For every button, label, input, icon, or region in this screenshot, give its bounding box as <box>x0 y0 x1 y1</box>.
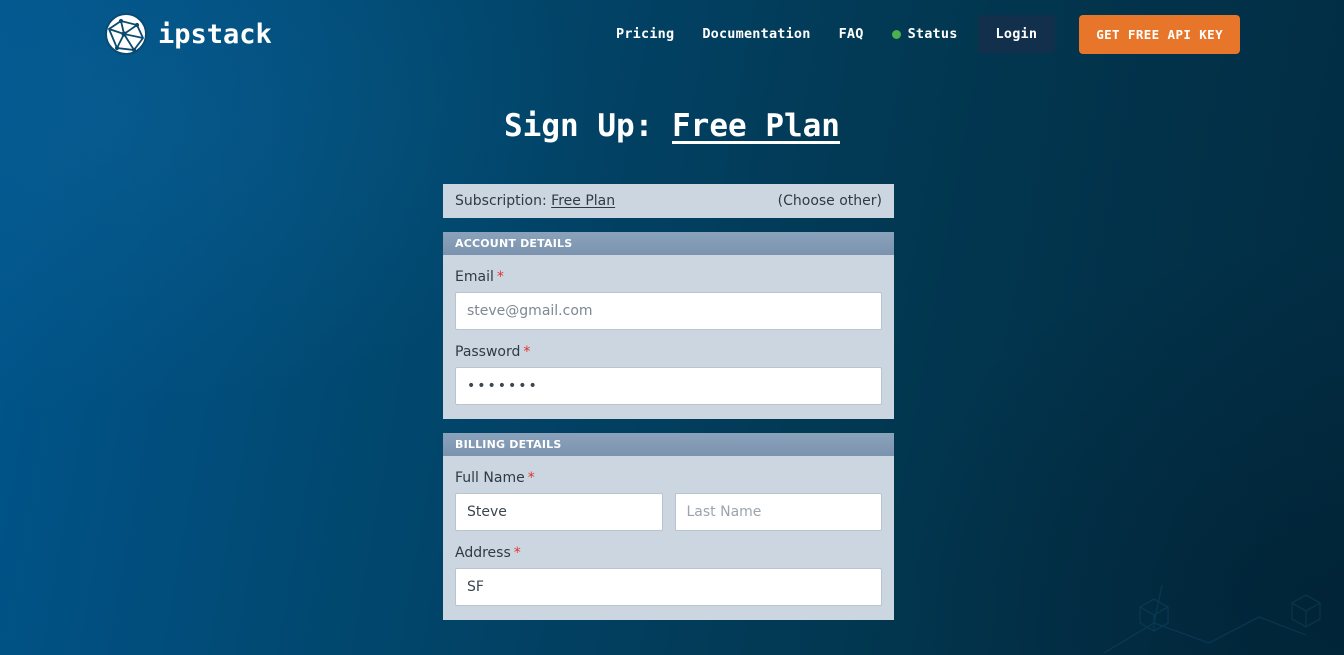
subscription-label: Subscription: Free Plan <box>455 193 615 209</box>
address-input[interactable] <box>455 568 882 606</box>
nav-item-documentation[interactable]: Documentation <box>688 16 824 52</box>
choose-other-plan-link[interactable]: (Choose other) <box>778 193 882 209</box>
email-required-asterisk: * <box>496 269 504 285</box>
billing-details-panel: BILLING DETAILS Full Name* Address* <box>443 433 894 620</box>
subscription-plan-link[interactable]: Free Plan <box>551 193 615 209</box>
email-input[interactable] <box>455 292 882 330</box>
billing-details-body: Full Name* Address* <box>443 456 894 620</box>
address-label: Address * <box>455 545 882 561</box>
full-name-label: Full Name * <box>455 470 882 486</box>
full-name-required-asterisk: * <box>527 470 535 486</box>
account-details-panel: ACCOUNT DETAILS Email* Password* ••••••• <box>443 232 894 419</box>
account-details-header: ACCOUNT DETAILS <box>443 232 894 255</box>
nav-item-status[interactable]: Status <box>878 16 972 52</box>
password-label-text: Password <box>455 344 521 360</box>
nav-item-pricing[interactable]: Pricing <box>602 16 688 52</box>
address-required-asterisk: * <box>513 545 521 561</box>
status-indicator-dot <box>891 29 901 39</box>
billing-details-header: BILLING DETAILS <box>443 433 894 456</box>
nav-item-faq[interactable]: FAQ <box>825 16 878 52</box>
brand-name: ipstack <box>158 18 272 50</box>
main-navigation: Pricing Documentation FAQ Status Login G… <box>602 14 1240 54</box>
page-title-prefix: Sign Up: <box>504 108 672 144</box>
password-input[interactable]: ••••••• <box>455 367 882 405</box>
email-label: Email * <box>455 269 882 285</box>
site-header: ipstack Pricing Documentation FAQ Status… <box>0 0 1344 68</box>
globe-network-icon <box>105 13 147 55</box>
password-label: Password * <box>455 344 882 360</box>
subscription-label-text: Subscription: <box>455 193 552 209</box>
login-button[interactable]: Login <box>977 15 1056 53</box>
signup-form: Subscription: Free Plan (Choose other) A… <box>443 184 894 620</box>
subscription-bar: Subscription: Free Plan (Choose other) <box>443 184 894 218</box>
brand-logo-link[interactable]: ipstack <box>104 12 272 56</box>
email-field-group: Email * <box>455 269 882 330</box>
first-name-input[interactable] <box>455 493 663 531</box>
password-field-group: Password * ••••••• <box>455 344 882 405</box>
password-required-asterisk: * <box>523 344 531 360</box>
last-name-input[interactable] <box>674 493 882 531</box>
page-title: Sign Up: Free Plan <box>0 108 1344 144</box>
email-label-text: Email <box>455 269 494 285</box>
address-label-text: Address <box>455 545 511 561</box>
address-field-group: Address * <box>455 545 882 606</box>
get-free-api-key-button[interactable]: GET FREE API KEY <box>1079 14 1240 54</box>
account-details-body: Email* Password* ••••••• <box>443 255 894 419</box>
nav-item-status-label: Status <box>907 26 958 42</box>
full-name-label-text: Full Name <box>455 470 525 486</box>
full-name-field-group: Full Name * <box>455 470 882 531</box>
full-name-row <box>455 493 882 531</box>
page-title-plan: Free Plan <box>672 108 840 144</box>
